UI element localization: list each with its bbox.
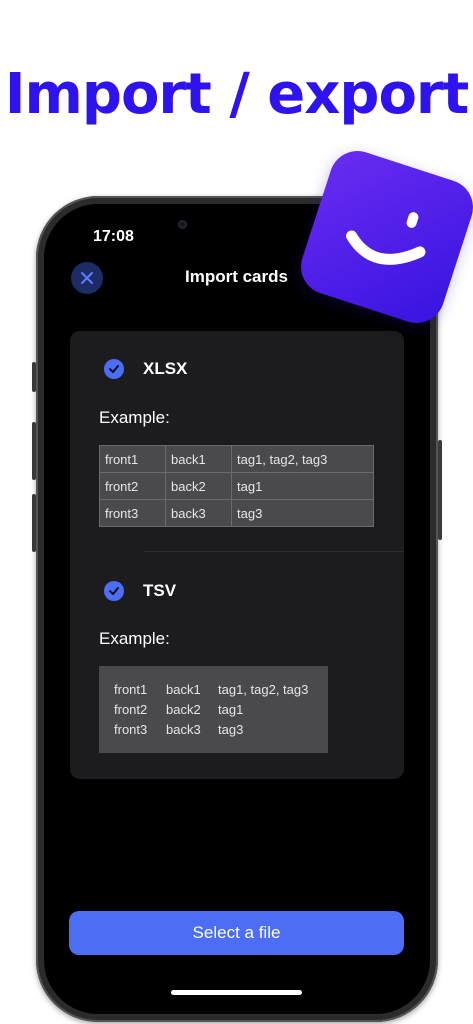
tsv-cell: tag1 [218, 702, 244, 717]
table-cell: front3 [99, 499, 166, 527]
table-cell: front1 [99, 445, 166, 473]
tsv-cell: back3 [166, 722, 201, 737]
table-cell: back1 [165, 445, 232, 473]
tsv-check-icon[interactable] [104, 581, 124, 601]
table-row: front1 back1 tag1, tag2, tag3 [99, 445, 374, 473]
tsv-cell: front3 [114, 722, 148, 737]
phone-power-button [438, 440, 442, 540]
phone-volume-down-button [32, 494, 36, 552]
table-cell: tag1, tag2, tag3 [231, 445, 374, 473]
tsv-option-label[interactable]: TSV [143, 581, 176, 601]
tsv-cell: front1 [114, 682, 148, 697]
xlsx-check-icon[interactable] [104, 359, 124, 379]
phone-volume-up-button [32, 422, 36, 480]
table-row: front2 back2 tag1 [99, 472, 374, 500]
tsv-cell: back1 [166, 682, 201, 697]
select-file-button[interactable]: Select a file [69, 911, 404, 955]
table-cell: back3 [165, 499, 232, 527]
section-divider [144, 551, 404, 552]
front-camera [178, 220, 187, 229]
tsv-cell: tag3 [218, 722, 244, 737]
tsv-cell: tag1, tag2, tag3 [218, 682, 309, 697]
tsv-cell: front2 [114, 702, 148, 717]
home-indicator [171, 990, 302, 995]
table-cell: tag3 [231, 499, 374, 527]
xlsx-example-table: front1 back1 tag1, tag2, tag3 front2 bac… [99, 445, 374, 527]
phone-side-button [32, 362, 36, 392]
xlsx-option-label[interactable]: XLSX [143, 359, 187, 379]
tsv-example-label: Example: [99, 629, 170, 648]
tsv-cell: back2 [166, 702, 201, 717]
status-time: 17:08 [93, 228, 134, 245]
page-headline: Import / export [4, 62, 470, 127]
tsv-example-block: front1 back1 tag1, tag2, tag3 front2 bac… [99, 666, 328, 753]
table-cell: back2 [165, 472, 232, 500]
table-row: front3 back3 tag3 [99, 499, 374, 527]
table-cell: front2 [99, 472, 166, 500]
table-cell: tag1 [231, 472, 374, 500]
xlsx-example-label: Example: [99, 408, 170, 427]
